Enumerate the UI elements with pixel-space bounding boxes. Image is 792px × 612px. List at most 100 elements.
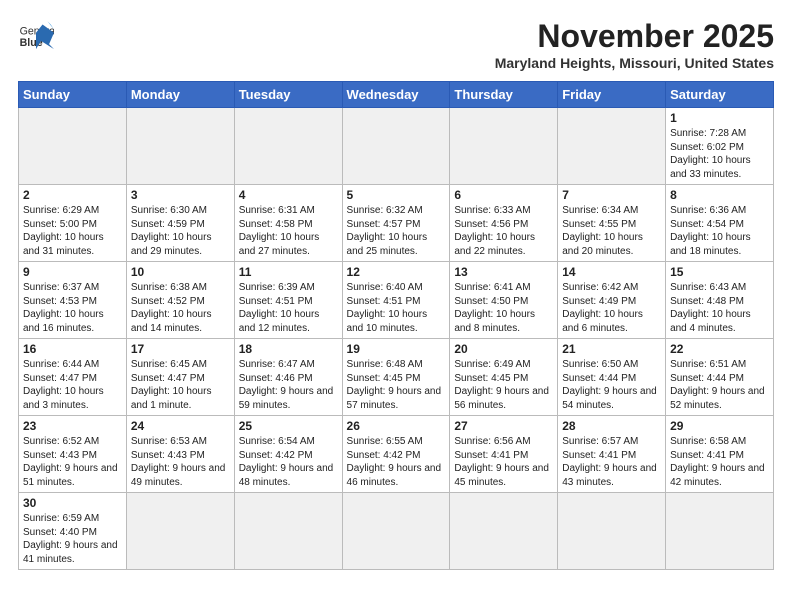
calendar-week-4: 23 Sunrise: 6:52 AM Sunset: 4:43 PM Dayli… [19,416,774,493]
day-header-tuesday: Tuesday [234,82,342,108]
day-number: 27 [454,419,553,433]
day-number: 22 [670,342,769,356]
calendar-cell [126,493,234,570]
day-info: Sunrise: 6:41 AM Sunset: 4:50 PM Dayligh… [454,281,553,335]
day-number: 7 [562,188,661,202]
calendar-week-1: 2Sunrise: 6:29 AM Sunset: 5:00 PM Daylig… [19,185,774,262]
calendar-cell: 13 Sunrise: 6:41 AM Sunset: 4:50 PM Dayli… [450,262,558,339]
day-info: Sunrise: 6:36 AM Sunset: 4:54 PM Dayligh… [670,204,769,258]
day-number: 17 [131,342,230,356]
calendar-cell [450,493,558,570]
calendar-cell: 3Sunrise: 6:30 AM Sunset: 4:59 PM Daylig… [126,185,234,262]
calendar-cell [126,108,234,185]
day-number: 11 [239,265,338,279]
calendar-cell: 22 Sunrise: 6:51 AM Sunset: 4:44 PM Dayli… [666,339,774,416]
day-number: 13 [454,265,553,279]
day-info: Sunrise: 6:34 AM Sunset: 4:55 PM Dayligh… [562,204,661,258]
day-info: Sunrise: 6:47 AM Sunset: 4:46 PM Dayligh… [239,358,338,412]
day-number: 25 [239,419,338,433]
day-info: Sunrise: 6:39 AM Sunset: 4:51 PM Dayligh… [239,281,338,335]
day-info: Sunrise: 6:51 AM Sunset: 4:44 PM Dayligh… [670,358,769,412]
day-number: 23 [23,419,122,433]
calendar-cell [450,108,558,185]
calendar-cell: 28Sunrise: 6:57 AM Sunset: 4:41 PM Dayli… [558,416,666,493]
day-info: Sunrise: 6:50 AM Sunset: 4:44 PM Dayligh… [562,358,661,412]
calendar-cell [234,493,342,570]
day-info: Sunrise: 6:52 AM Sunset: 4:43 PM Dayligh… [23,435,122,489]
day-info: Sunrise: 6:45 AM Sunset: 4:47 PM Dayligh… [131,358,230,412]
calendar-cell: 23 Sunrise: 6:52 AM Sunset: 4:43 PM Dayli… [19,416,127,493]
calendar-week-2: 9Sunrise: 6:37 AM Sunset: 4:53 PM Daylig… [19,262,774,339]
day-info: Sunrise: 6:48 AM Sunset: 4:45 PM Dayligh… [347,358,446,412]
day-number: 16 [23,342,122,356]
calendar-cell [666,493,774,570]
calendar-cell: 29Sunrise: 6:58 AM Sunset: 4:41 PM Dayli… [666,416,774,493]
day-info: Sunrise: 6:30 AM Sunset: 4:59 PM Dayligh… [131,204,230,258]
day-header-thursday: Thursday [450,82,558,108]
calendar-cell: 8 Sunrise: 6:36 AM Sunset: 4:54 PM Daylig… [666,185,774,262]
day-number: 28 [562,419,661,433]
calendar-cell: 18 Sunrise: 6:47 AM Sunset: 4:46 PM Dayli… [234,339,342,416]
calendar-cell [19,108,127,185]
day-number: 2 [23,188,122,202]
calendar-cell: 12 Sunrise: 6:40 AM Sunset: 4:51 PM Dayli… [342,262,450,339]
calendar-cell: 25Sunrise: 6:54 AM Sunset: 4:42 PM Dayli… [234,416,342,493]
calendar-cell: 6 Sunrise: 6:33 AM Sunset: 4:56 PM Daylig… [450,185,558,262]
calendar-table: SundayMondayTuesdayWednesdayThursdayFrid… [18,81,774,570]
calendar-cell: 11 Sunrise: 6:39 AM Sunset: 4:51 PM Dayli… [234,262,342,339]
title-block: November 2025 Maryland Heights, Missouri… [495,18,774,71]
day-number: 14 [562,265,661,279]
day-number: 21 [562,342,661,356]
calendar-week-5: 30 Sunrise: 6:59 AM Sunset: 4:40 PM Dayli… [19,493,774,570]
calendar-week-3: 16Sunrise: 6:44 AM Sunset: 4:47 PM Dayli… [19,339,774,416]
header: General Blue November 2025 Maryland Heig… [18,18,774,71]
day-info: Sunrise: 6:38 AM Sunset: 4:52 PM Dayligh… [131,281,230,335]
day-number: 29 [670,419,769,433]
day-info: Sunrise: 6:31 AM Sunset: 4:58 PM Dayligh… [239,204,338,258]
calendar-cell: 19Sunrise: 6:48 AM Sunset: 4:45 PM Dayli… [342,339,450,416]
day-info: Sunrise: 6:33 AM Sunset: 4:56 PM Dayligh… [454,204,553,258]
calendar-cell: 9Sunrise: 6:37 AM Sunset: 4:53 PM Daylig… [19,262,127,339]
calendar-cell: 26 Sunrise: 6:55 AM Sunset: 4:42 PM Dayli… [342,416,450,493]
day-header-wednesday: Wednesday [342,82,450,108]
day-number: 30 [23,496,122,510]
logo: General Blue [18,18,54,54]
day-number: 6 [454,188,553,202]
day-number: 24 [131,419,230,433]
day-number: 1 [670,111,769,125]
day-info: Sunrise: 6:55 AM Sunset: 4:42 PM Dayligh… [347,435,446,489]
day-number: 12 [347,265,446,279]
day-info: Sunrise: 6:56 AM Sunset: 4:41 PM Dayligh… [454,435,553,489]
calendar-cell: 27 Sunrise: 6:56 AM Sunset: 4:41 PM Dayli… [450,416,558,493]
calendar-header-row: SundayMondayTuesdayWednesdayThursdayFrid… [19,82,774,108]
day-info: Sunrise: 6:53 AM Sunset: 4:43 PM Dayligh… [131,435,230,489]
day-info: Sunrise: 7:28 AM Sunset: 6:02 PM Dayligh… [670,127,769,181]
day-header-monday: Monday [126,82,234,108]
calendar-cell: 1 Sunrise: 7:28 AM Sunset: 6:02 PM Daylig… [666,108,774,185]
day-header-saturday: Saturday [666,82,774,108]
day-number: 4 [239,188,338,202]
calendar-cell: 20 Sunrise: 6:49 AM Sunset: 4:45 PM Dayli… [450,339,558,416]
day-number: 10 [131,265,230,279]
day-number: 15 [670,265,769,279]
day-number: 26 [347,419,446,433]
day-number: 20 [454,342,553,356]
month-title: November 2025 [495,18,774,55]
day-info: Sunrise: 6:37 AM Sunset: 4:53 PM Dayligh… [23,281,122,335]
calendar-cell: 4 Sunrise: 6:31 AM Sunset: 4:58 PM Daylig… [234,185,342,262]
calendar-cell: 30 Sunrise: 6:59 AM Sunset: 4:40 PM Dayli… [19,493,127,570]
day-header-friday: Friday [558,82,666,108]
day-number: 18 [239,342,338,356]
day-info: Sunrise: 6:42 AM Sunset: 4:49 PM Dayligh… [562,281,661,335]
day-info: Sunrise: 6:59 AM Sunset: 4:40 PM Dayligh… [23,512,122,566]
day-number: 5 [347,188,446,202]
calendar-cell [342,493,450,570]
calendar-cell: 16Sunrise: 6:44 AM Sunset: 4:47 PM Dayli… [19,339,127,416]
calendar-cell: 10 Sunrise: 6:38 AM Sunset: 4:52 PM Dayli… [126,262,234,339]
calendar-cell: 2Sunrise: 6:29 AM Sunset: 5:00 PM Daylig… [19,185,127,262]
day-number: 8 [670,188,769,202]
day-info: Sunrise: 6:40 AM Sunset: 4:51 PM Dayligh… [347,281,446,335]
page: General Blue November 2025 Maryland Heig… [0,0,792,580]
day-info: Sunrise: 6:49 AM Sunset: 4:45 PM Dayligh… [454,358,553,412]
calendar-cell: 21 Sunrise: 6:50 AM Sunset: 4:44 PM Dayli… [558,339,666,416]
